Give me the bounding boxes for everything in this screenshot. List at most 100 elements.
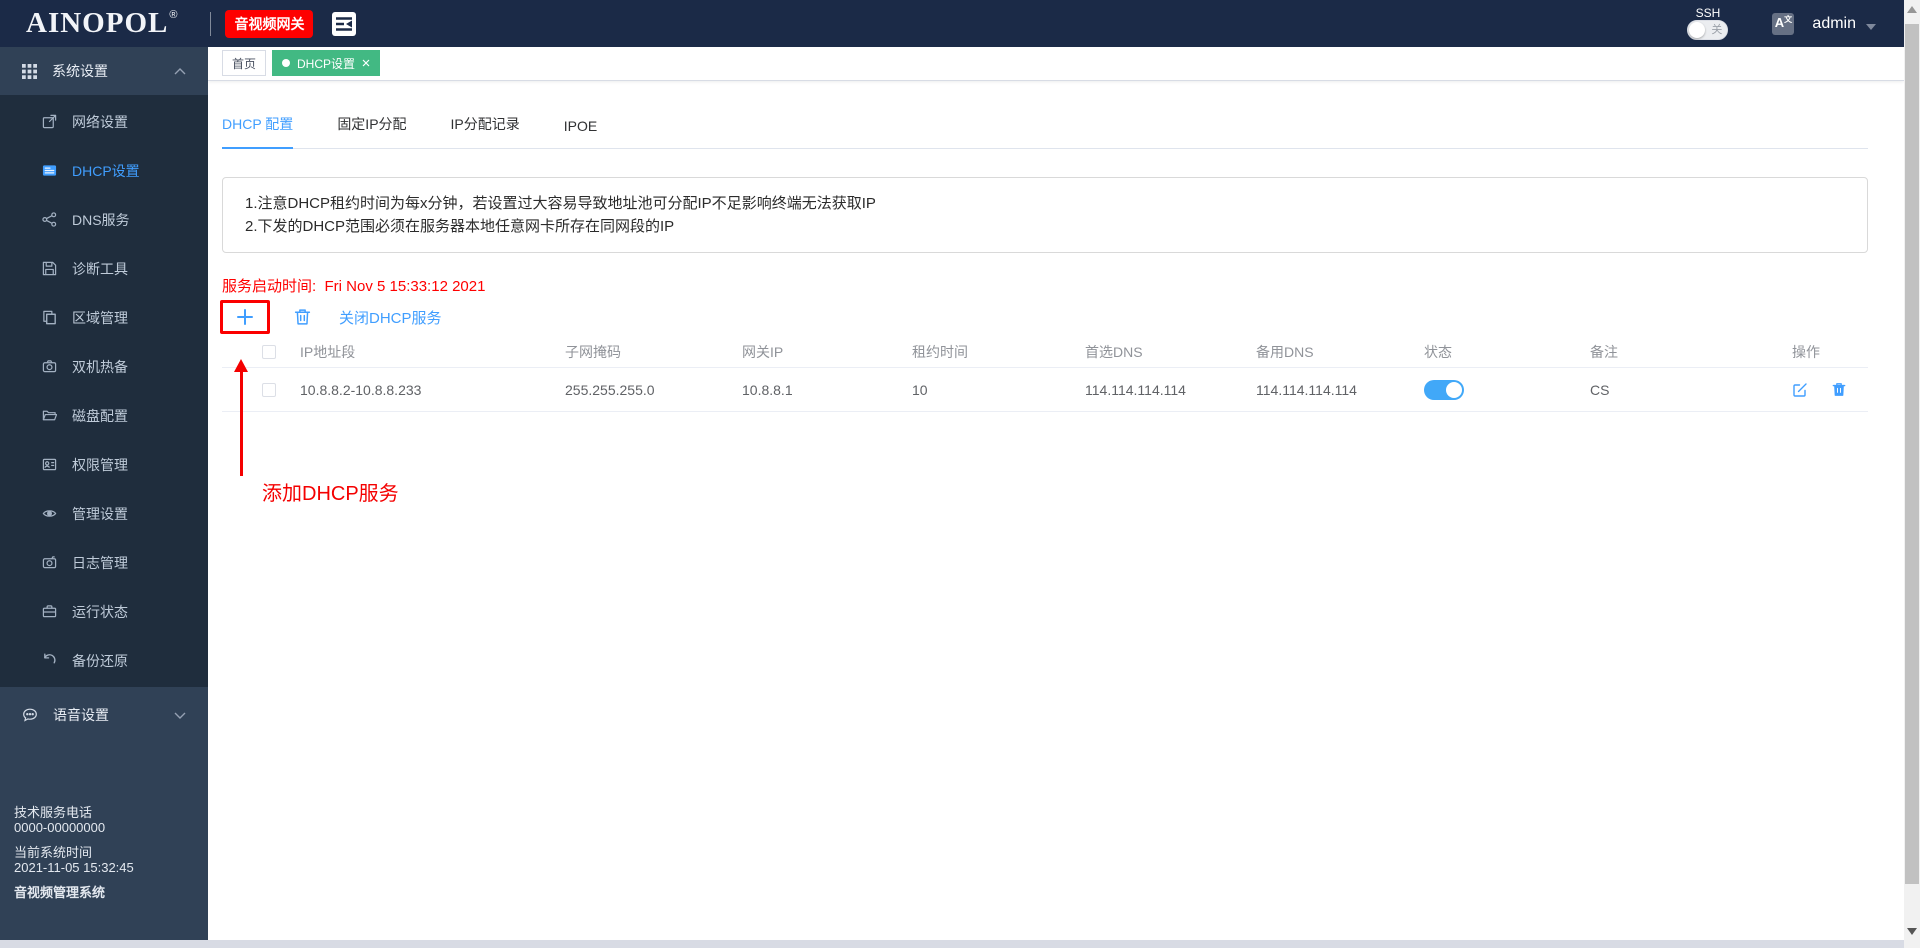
sidebar-item-log-management[interactable]: 日志管理 xyxy=(0,538,208,587)
scroll-up-arrow-icon[interactable] xyxy=(1907,6,1917,13)
notice-box: 1.注意DHCP租约时间为每x分钟，若设置过大容易导致地址池可分配IP不足影响终… xyxy=(222,177,1868,253)
sidebar-item-label: 磁盘配置 xyxy=(72,407,128,424)
sidebar-footer: 技术服务电话 0000-00000000 当前系统时间 2021-11-05 1… xyxy=(14,805,134,900)
col-header: 操作 xyxy=(1792,343,1820,360)
main-area: 首页 DHCP设置 DHCP 配置 固定IP分配 IP分配记录 IPOE 1.注… xyxy=(208,47,1904,947)
sidebar-section-system-settings[interactable]: 系统设置 xyxy=(0,47,208,95)
cell-primary-dns: 114.114.114.114 xyxy=(1085,381,1186,398)
horizontal-scrollbar[interactable] xyxy=(0,940,1904,948)
col-header: 备用DNS xyxy=(1256,343,1314,360)
sidebar-item-label: 网络设置 xyxy=(72,113,128,130)
sidebar-item-label: DHCP设置 xyxy=(72,162,140,179)
tag-dhcp-settings[interactable]: DHCP设置 xyxy=(272,50,381,76)
tags-view-bar: 首页 DHCP设置 xyxy=(208,47,1904,81)
delete-row-button[interactable] xyxy=(1832,382,1846,398)
sidebar-submenu: 网络设置 DHCP设置 DNS服务 诊断工具 区域管理 双机热备 磁盘配置 权限… xyxy=(0,95,208,687)
cell-lease-time: 10 xyxy=(912,381,928,398)
camera-icon xyxy=(42,555,57,570)
sidebar-item-dns-service[interactable]: DNS服务 xyxy=(0,195,208,244)
vertical-scrollbar[interactable] xyxy=(1904,0,1920,940)
ssh-label: SSH xyxy=(1695,6,1721,20)
share-nodes-icon xyxy=(42,212,57,227)
tag-label: 首页 xyxy=(232,56,257,71)
app-logo: AINOPOL® xyxy=(26,7,179,39)
trash-icon xyxy=(294,309,311,325)
sidebar-item-permission-management[interactable]: 权限管理 xyxy=(0,440,208,489)
sidebar-item-label: 双机热备 xyxy=(72,358,128,375)
sidebar-section-label: 语音设置 xyxy=(53,707,109,723)
select-all-checkbox[interactable] xyxy=(262,344,276,359)
sidebar-item-management-settings[interactable]: 管理设置 xyxy=(0,489,208,538)
dhcp-panel-icon xyxy=(42,163,57,178)
notice-line-2: 2.下发的DHCP范围必须在服务器本地任意网卡所存在同网段的IP xyxy=(245,218,675,235)
language-letter: A xyxy=(1774,14,1785,30)
tab-ip-records[interactable]: IP分配记录 xyxy=(451,114,520,148)
batch-delete-button[interactable] xyxy=(294,308,311,326)
tab-ipoe[interactable]: IPOE xyxy=(564,118,597,148)
av-gateway-button[interactable]: 音视频网关 xyxy=(225,9,314,38)
system-time-label: 当前系统时间 xyxy=(14,845,93,860)
topbar-right: SSH 关 A 文 admin xyxy=(1687,7,1876,40)
sidebar-item-diagnostic-tools[interactable]: 诊断工具 xyxy=(0,244,208,293)
language-switch-icon[interactable]: A 文 xyxy=(1772,12,1795,35)
floppy-disk-icon xyxy=(42,261,57,276)
eye-icon xyxy=(42,506,57,521)
annotation-add-dhcp: 添加DHCP服务 xyxy=(262,483,399,505)
sidebar-item-label: 管理设置 xyxy=(72,505,128,522)
status-toggle-knob xyxy=(1446,381,1462,398)
tab-dhcp-config[interactable]: DHCP 配置 xyxy=(222,114,294,149)
support-phone-label: 技术服务电话 xyxy=(14,805,93,820)
support-phone-number: 0000-00000000 xyxy=(14,820,106,835)
add-dhcp-button[interactable] xyxy=(220,300,270,334)
sidebar-item-label: 运行状态 xyxy=(72,603,128,620)
sidebar-item-running-status[interactable]: 运行状态 xyxy=(0,587,208,636)
row-checkbox[interactable] xyxy=(262,382,276,397)
sidebar-item-disk-config[interactable]: 磁盘配置 xyxy=(0,391,208,440)
dhcp-table: IP地址段 子网掩码 网关IP 租约时间 首选DNS 备用DNS 状态 备注 操… xyxy=(222,336,1868,412)
col-header: 租约时间 xyxy=(912,343,968,360)
id-badge-icon xyxy=(42,457,57,472)
chevron-down-icon xyxy=(174,712,186,719)
sidebar-item-backup-restore[interactable]: 备份还原 xyxy=(0,636,208,685)
tab-static-ip[interactable]: 固定IP分配 xyxy=(337,114,406,148)
service-start-value: Fri Nov 5 15:33:12 2021 xyxy=(324,278,486,295)
close-dhcp-service-link[interactable]: 关闭DHCP服务 xyxy=(339,307,442,328)
sidebar-section-voice-settings[interactable]: 语音设置 xyxy=(0,687,208,743)
grid-icon xyxy=(22,63,37,79)
gateway-list-icon[interactable] xyxy=(331,11,357,37)
scroll-down-arrow-icon[interactable] xyxy=(1907,928,1917,935)
cell-subnet-mask: 255.255.255.0 xyxy=(565,381,655,398)
sidebar-section-label: 系统设置 xyxy=(52,63,108,79)
current-user[interactable]: admin xyxy=(1812,15,1856,33)
table-toolbar: 关闭DHCP服务 xyxy=(220,298,1868,336)
ssh-toggle[interactable]: 关 xyxy=(1687,20,1729,40)
sidebar-item-label: 诊断工具 xyxy=(72,260,128,277)
tag-home[interactable]: 首页 xyxy=(222,50,267,76)
cell-remark: CS xyxy=(1590,381,1610,398)
active-dot-icon xyxy=(282,59,291,67)
col-header: 备注 xyxy=(1590,343,1618,360)
status-toggle[interactable] xyxy=(1424,379,1464,400)
topbar-divider xyxy=(210,11,212,36)
briefcase-icon xyxy=(42,604,57,619)
edit-row-button[interactable] xyxy=(1792,382,1808,398)
cell-ip-range: 10.8.8.2-10.8.8.233 xyxy=(300,381,422,398)
cell-backup-dns: 114.114.114.114 xyxy=(1256,381,1357,398)
sidebar-item-label: 日志管理 xyxy=(72,554,128,571)
col-header: 状态 xyxy=(1424,343,1452,360)
user-dropdown-caret-icon[interactable] xyxy=(1866,23,1876,30)
sidebar-item-label: 备份还原 xyxy=(72,652,128,669)
sidebar-item-region-management[interactable]: 区域管理 xyxy=(0,293,208,342)
system-time-value: 2021-11-05 15:32:45 xyxy=(14,860,134,875)
col-header: 首选DNS xyxy=(1085,343,1143,360)
notice-line-1: 1.注意DHCP租约时间为每x分钟，若设置过大容易导致地址池可分配IP不足影响终… xyxy=(245,195,876,212)
ssh-toggle-group: SSH 关 xyxy=(1687,6,1729,40)
ssh-toggle-knob xyxy=(1689,22,1706,38)
chat-bubble-icon xyxy=(22,707,38,723)
sidebar-item-hot-standby[interactable]: 双机热备 xyxy=(0,342,208,391)
vertical-scrollbar-thumb[interactable] xyxy=(1905,24,1919,884)
sidebar-item-dhcp-settings[interactable]: DHCP设置 xyxy=(0,146,208,195)
sidebar-item-network-settings[interactable]: 网络设置 xyxy=(0,97,208,146)
camera-icon xyxy=(42,359,57,374)
close-icon[interactable] xyxy=(362,59,370,67)
